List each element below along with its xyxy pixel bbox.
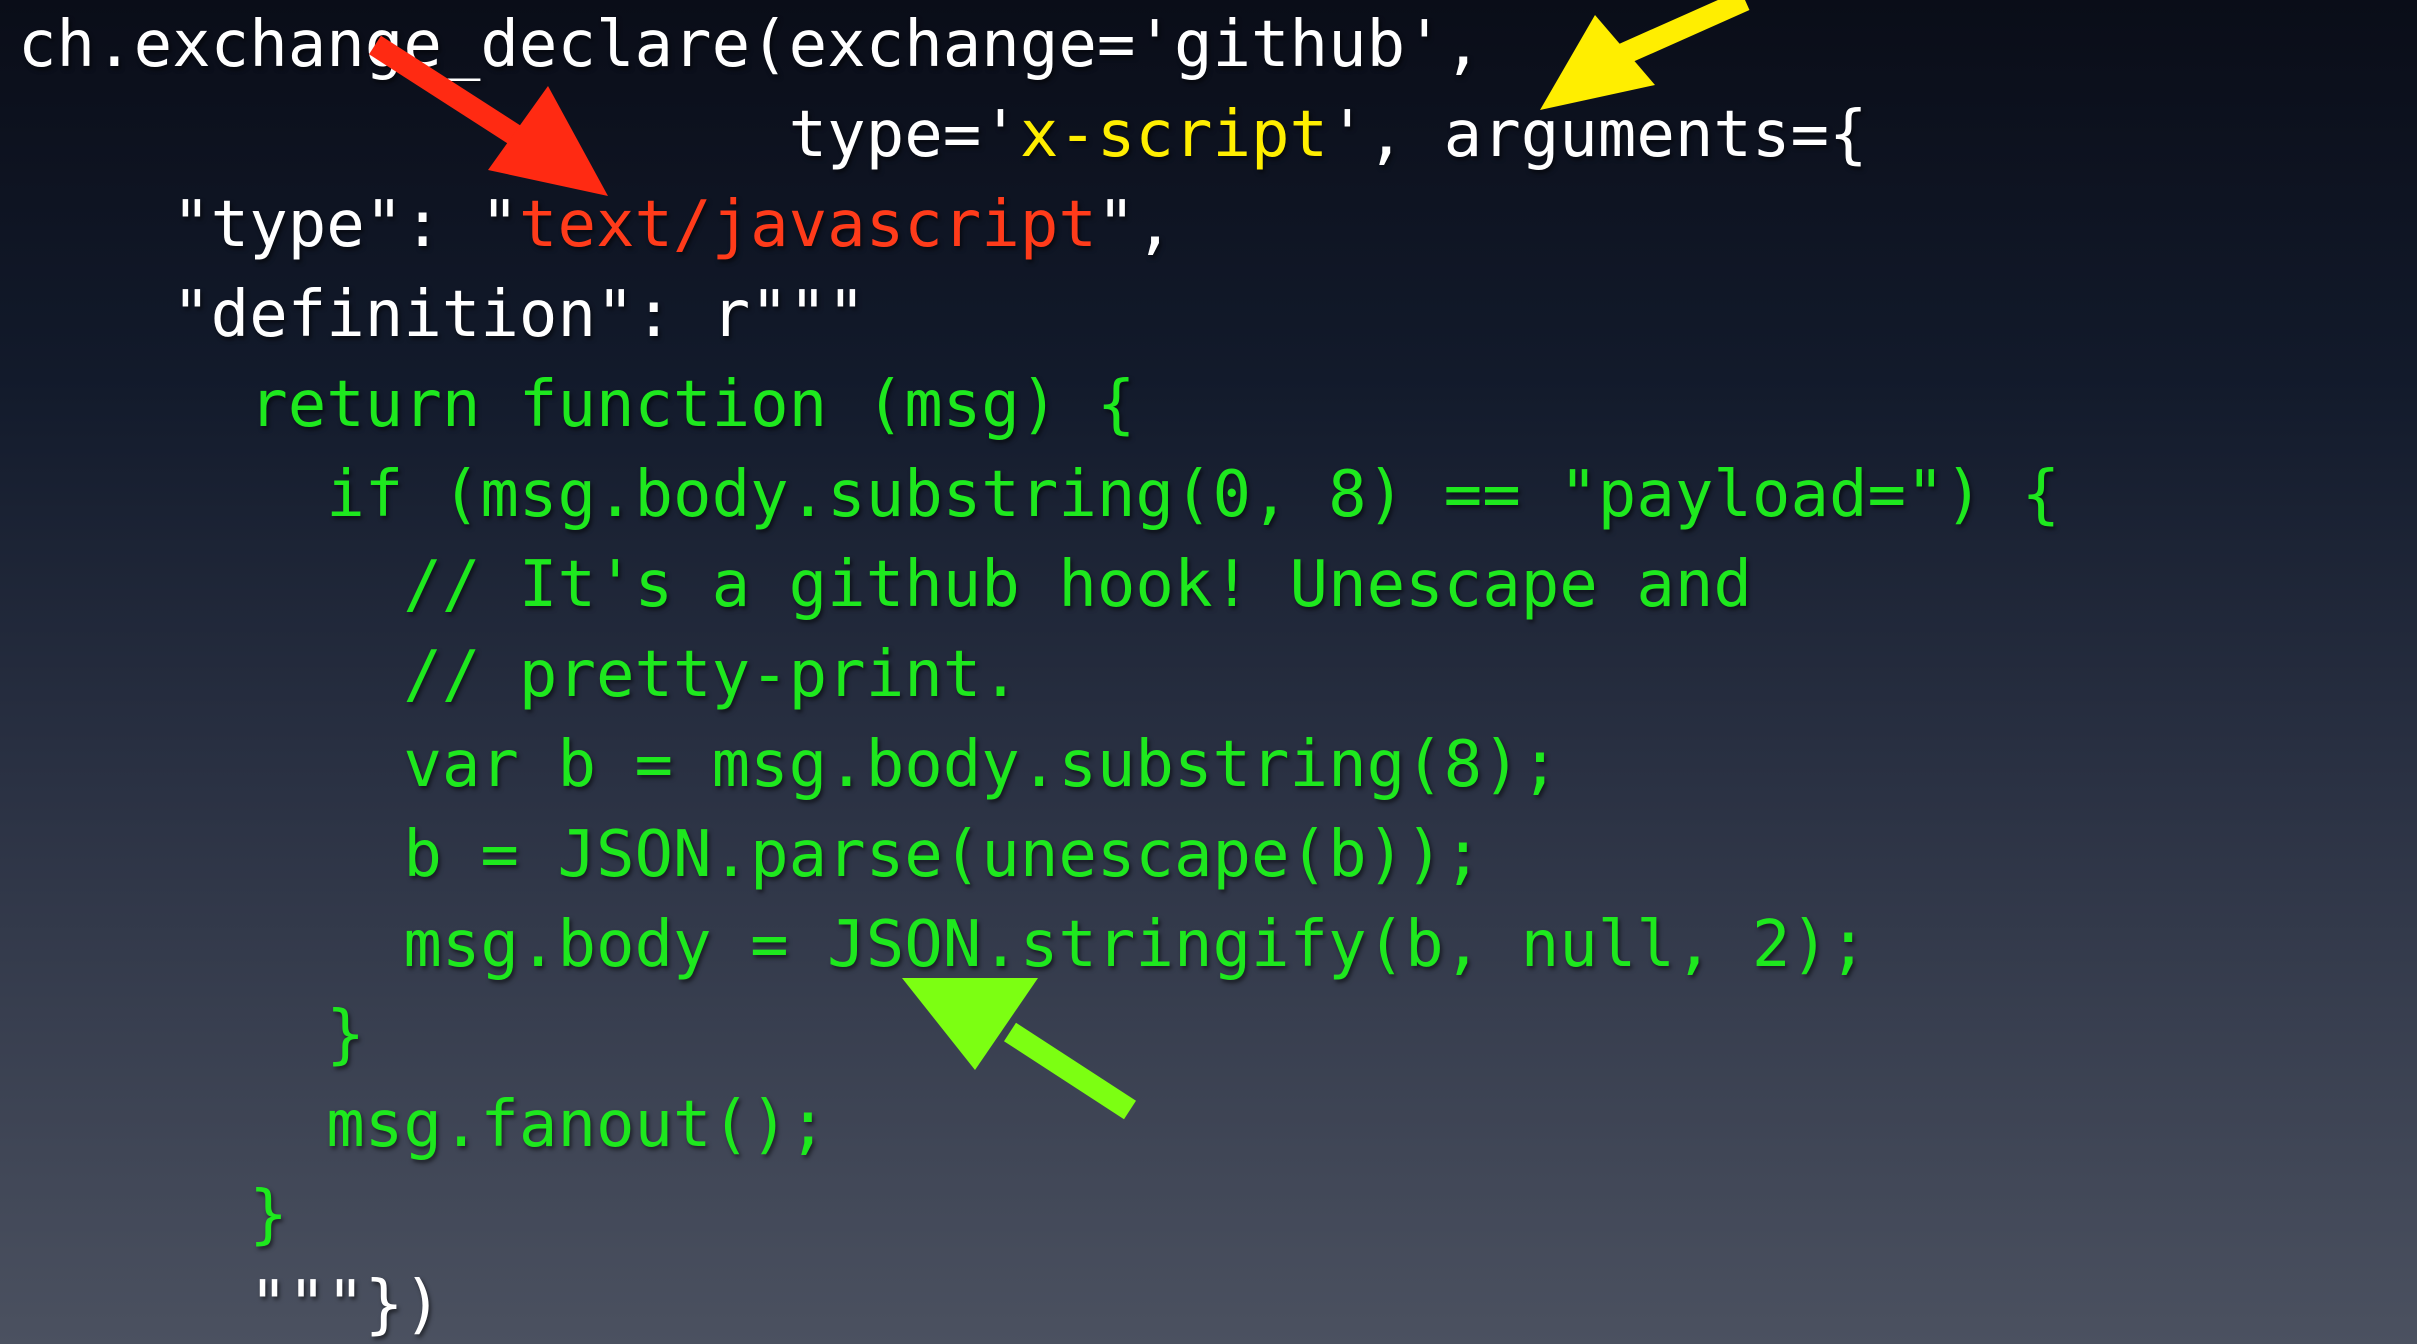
code-segment: "definition": r""" <box>18 278 866 352</box>
yellow-arrow <box>1540 0 1750 110</box>
green-arrow <box>902 978 1136 1120</box>
code-segment: ', arguments={ <box>1328 98 1868 172</box>
code-segment: return function (msg) { <box>18 368 1136 442</box>
code-segment: msg.fanout(); <box>18 1088 828 1162</box>
code-line: msg.fanout(); <box>18 1090 827 1160</box>
code-line: b = JSON.parse(unescape(b)); <box>18 820 1482 890</box>
code-segment: "type": " <box>18 188 519 262</box>
code-segment: msg.body = JSON.stringify(b, null, 2); <box>18 908 1868 982</box>
code-segment: if (msg.body.substring(0, 8) == "payload… <box>18 458 2061 532</box>
code-segment: // It's a github hook! Unescape and <box>18 548 1752 622</box>
code-segment: } <box>18 1178 288 1252</box>
code-line: msg.body = JSON.stringify(b, null, 2); <box>18 908 1868 982</box>
code-line: "type": "text/javascript", <box>18 190 1174 260</box>
slide: ch.exchange_declare(exchange='github', t… <box>0 0 2417 1344</box>
code-line: // It's a github hook! Unescape and <box>18 550 1752 620</box>
code-segment: // pretty-print. <box>18 638 1020 712</box>
code-segment: ch.exchange_declare(exchange='github', <box>18 8 1483 82</box>
code-segment: var b = msg.body.substring(8); <box>18 728 1560 802</box>
code-segment: b = JSON.parse(unescape(b)); <box>18 818 1483 892</box>
code-line: return function (msg) { <box>18 370 1135 440</box>
code-line: // pretty-print. <box>18 640 1020 710</box>
code-segment: ", <box>1096 188 1174 262</box>
code-line: ch.exchange_declare(exchange='github', <box>18 10 1482 80</box>
code-line: """}) <box>18 1270 442 1340</box>
code-segment: } <box>18 998 365 1072</box>
code-line: var b = msg.body.substring(8); <box>18 730 1559 800</box>
code-line: "definition": r""" <box>18 280 866 350</box>
code-line: if (msg.body.substring(0, 8) == "payload… <box>18 460 2060 530</box>
code-segment: text/javascript <box>518 188 1097 262</box>
code-segment: """}) <box>18 1268 442 1342</box>
code-segment: type=' <box>18 98 1020 172</box>
code-line: } <box>18 1180 288 1250</box>
code-segment: x-script <box>1019 98 1329 172</box>
code-line: } <box>18 1000 365 1070</box>
code-line: type='x-script', arguments={ <box>18 100 1868 170</box>
